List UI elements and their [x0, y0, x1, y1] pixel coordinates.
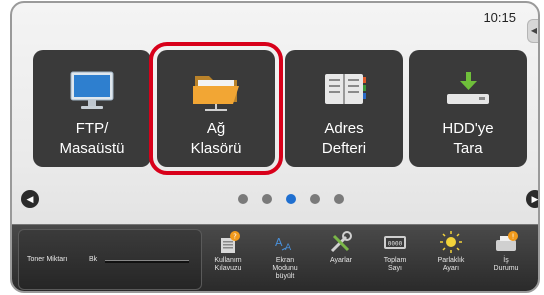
- tile-label-line1: Ağ: [206, 120, 226, 137]
- button-label: Ayarlar: [329, 257, 353, 264]
- job-status-icon: !: [491, 230, 521, 254]
- button-label: büyült: [275, 273, 295, 280]
- folder-icon: [157, 68, 275, 114]
- monitor-icon: [33, 68, 151, 114]
- svg-text:0000: 0000: [388, 241, 403, 248]
- hdd-download-icon: [409, 68, 527, 114]
- user-guide-button[interactable]: ? Kullanım Kılavuzu: [202, 230, 254, 290]
- button-label: Durumu: [493, 265, 519, 272]
- counter-icon: 0000: [380, 230, 410, 254]
- tools-icon: [326, 230, 356, 254]
- side-panel-tab[interactable]: ◀: [527, 19, 538, 43]
- total-count-button[interactable]: 0000 Toplam Sayı: [369, 230, 421, 290]
- brightness-icon: [436, 230, 466, 254]
- home-screen-panel: 10:15 ◀ FTP/ Masaüstü Ağ Klasörü Adres D…: [10, 1, 540, 293]
- button-label: Ekran: [275, 257, 295, 264]
- button-label: Ayarı: [442, 265, 460, 272]
- toner-label: Toner Miktarı: [27, 256, 68, 263]
- page-dot-active[interactable]: [286, 194, 296, 204]
- bottom-toolbar: Toner Miktarı Bk ? Kullanım Kılavuzu A A…: [12, 224, 538, 291]
- enlarge-display-button[interactable]: A A Ekran Modunu büyült: [259, 230, 311, 290]
- button-label: İş: [503, 257, 509, 264]
- page-indicator: [238, 194, 344, 204]
- tile-label-line2: Klasörü: [190, 140, 242, 157]
- button-label: Modunu: [272, 265, 298, 272]
- page-dot[interactable]: [238, 194, 248, 204]
- previous-page-button[interactable]: ◀: [21, 190, 39, 208]
- toner-status[interactable]: Toner Miktarı Bk: [18, 229, 202, 290]
- toner-level-bar: [105, 260, 189, 263]
- settings-button[interactable]: Ayarlar: [315, 230, 367, 290]
- magnify-text-icon: A A: [270, 230, 300, 254]
- button-label: Parlaklık: [437, 257, 465, 264]
- svg-text:?: ?: [233, 233, 237, 241]
- tile-label-line2: Masaüstü: [59, 140, 125, 157]
- button-label: Sayı: [387, 265, 402, 272]
- manual-icon: ?: [213, 230, 243, 254]
- button-label: Toplam: [383, 257, 407, 264]
- tile-network-folder[interactable]: Ağ Klasörü: [149, 42, 283, 175]
- page-dot[interactable]: [262, 194, 272, 204]
- button-label: Kullanım: [214, 257, 242, 264]
- tile-label-line2: Defteri: [321, 140, 367, 157]
- page-dot[interactable]: [334, 194, 344, 204]
- tile-label-line1: HDD'ye: [442, 120, 494, 137]
- svg-text:A: A: [275, 236, 283, 249]
- brightness-button[interactable]: Parlaklık Ayarı: [425, 230, 477, 290]
- button-label: Kılavuzu: [214, 265, 242, 272]
- svg-text:A: A: [285, 243, 292, 253]
- address-book-icon: [285, 68, 403, 114]
- clock: 10:15: [483, 10, 516, 25]
- job-status-button[interactable]: ! İş Durumu: [480, 230, 532, 290]
- svg-text:!: !: [512, 233, 515, 241]
- tile-scan-to-hdd[interactable]: HDD'ye Tara: [409, 50, 527, 167]
- tile-ftp-desktop[interactable]: FTP/ Masaüstü: [33, 50, 151, 167]
- tile-label-line1: FTP/: [75, 120, 109, 137]
- page-dot[interactable]: [310, 194, 320, 204]
- tile-label-line1: Adres: [324, 120, 364, 137]
- next-page-button[interactable]: ▶: [526, 190, 538, 208]
- tile-address-book[interactable]: Adres Defteri: [285, 50, 403, 167]
- tile-label-line2: Tara: [453, 140, 483, 157]
- toner-channel-label: Bk: [89, 256, 98, 263]
